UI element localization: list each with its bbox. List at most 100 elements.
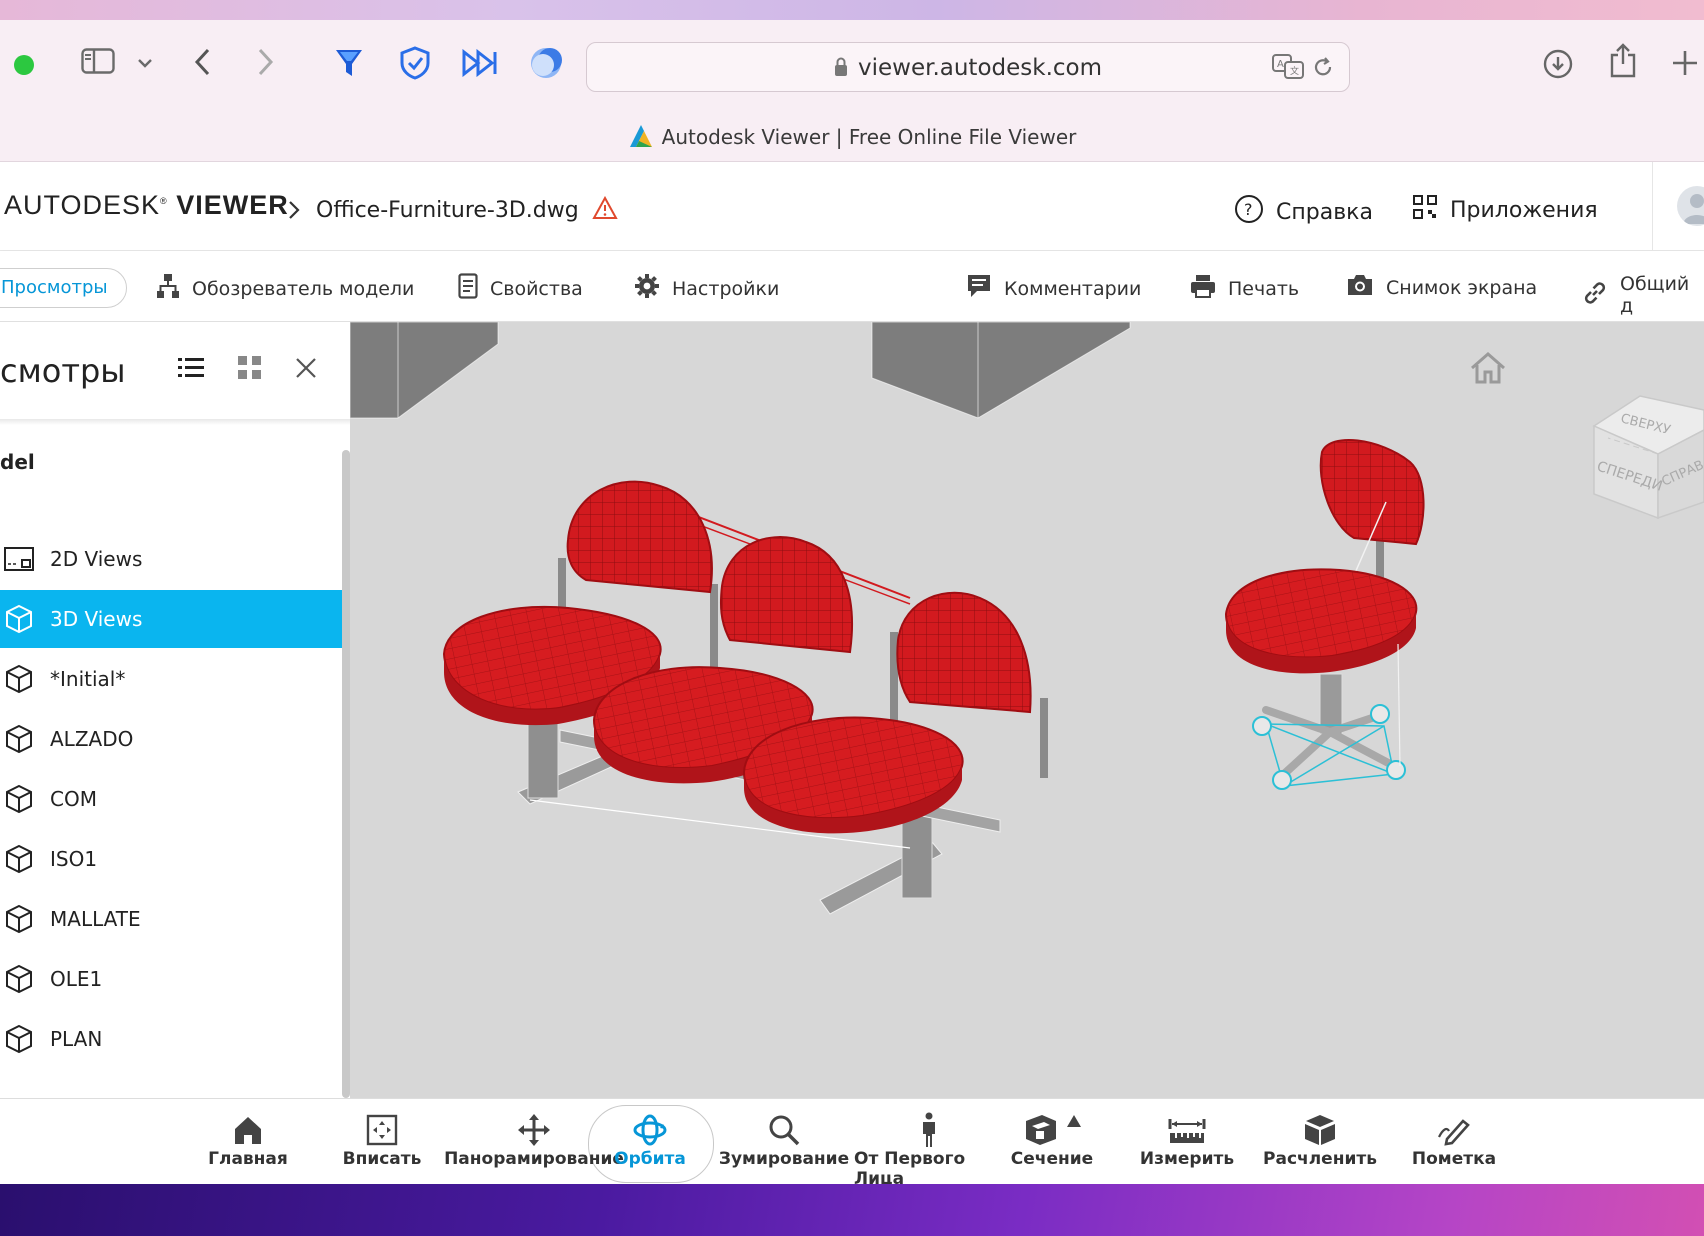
comment-icon: [966, 273, 992, 304]
section-cube-icon: [1022, 1111, 1082, 1149]
list-item[interactable]: OLE1: [0, 950, 342, 1008]
svg-text:?: ?: [1244, 200, 1253, 219]
zoom-button[interactable]: Зумирование: [719, 1111, 849, 1169]
orbit-button[interactable]: Орбита: [608, 1111, 692, 1169]
tab-title: Autodesk Viewer | Free Online File Viewe…: [661, 125, 1077, 149]
model-canvas[interactable]: [350, 322, 1704, 1098]
chevron-down-icon[interactable]: [134, 52, 156, 74]
gear-icon: [634, 273, 660, 304]
cube-icon: [2, 604, 36, 634]
cube-icon: [2, 664, 36, 694]
translate-icon[interactable]: A文: [1271, 53, 1305, 81]
settings-button[interactable]: Настройки: [634, 273, 779, 304]
list-item[interactable]: PLAN: [0, 1010, 342, 1068]
list-item[interactable]: *Initial*: [0, 650, 342, 708]
extension-moon-icon[interactable]: [528, 46, 564, 80]
extension-fastforward-icon[interactable]: [462, 48, 498, 78]
desktop-wallpaper-top: [0, 0, 1704, 22]
screenshot-button[interactable]: Снимок экрана: [1346, 273, 1537, 302]
list-item[interactable]: ALZADO: [0, 710, 342, 768]
properties-button[interactable]: Свойства: [458, 273, 583, 304]
views-panel: смотры del 2D Views 3D Views *Initial* A…: [0, 322, 350, 1098]
list-item[interactable]: COM: [0, 770, 342, 828]
cube-icon: [2, 784, 36, 814]
sidebar-toggle-icon[interactable]: [78, 46, 118, 76]
markup-button[interactable]: Пометка: [1410, 1111, 1498, 1169]
svg-text:A: A: [1277, 59, 1284, 70]
viewcube[interactable]: СВЕРХУ СПЕРЕДИ СПРАВА: [1588, 390, 1704, 530]
magnifier-icon: [768, 1111, 800, 1149]
pan-button[interactable]: Панорамирование: [444, 1111, 624, 1169]
home-view-icon[interactable]: [1468, 350, 1508, 390]
panel-title: смотры: [0, 352, 126, 390]
list-view-icon[interactable]: [178, 356, 204, 384]
fit-button[interactable]: Вписать: [340, 1111, 424, 1169]
print-button[interactable]: Печать: [1190, 273, 1299, 304]
cabinet-left[interactable]: [350, 322, 499, 419]
list-item[interactable]: MALLATE: [0, 890, 342, 948]
section-button[interactable]: Сечение: [1010, 1111, 1094, 1169]
explode-button[interactable]: Расчленить: [1263, 1111, 1377, 1169]
panel-scrollbar[interactable]: [342, 450, 350, 1098]
new-tab-icon[interactable]: [1670, 48, 1700, 78]
address-bar[interactable]: viewer.autodesk.com A文: [586, 42, 1350, 92]
panel-header-divider: [0, 419, 350, 425]
comments-button[interactable]: Комментарии: [966, 273, 1141, 304]
app-header: AUTODESK® VIEWER Office-Furniture-3D.dwg…: [0, 162, 1704, 251]
autodesk-logo-icon: [628, 123, 654, 154]
reload-icon[interactable]: [1311, 55, 1335, 79]
printer-icon: [1190, 273, 1216, 304]
help-button[interactable]: ? Справка: [1234, 194, 1373, 230]
office-chair[interactable]: [1224, 439, 1425, 790]
extension-funnel-icon[interactable]: [332, 46, 366, 80]
fit-to-view-icon: [366, 1111, 398, 1149]
close-icon[interactable]: [294, 356, 318, 384]
model-browser-button[interactable]: Обозреватель модели: [156, 273, 414, 304]
ruler-icon: [1168, 1111, 1206, 1149]
explode-cube-icon: [1303, 1111, 1337, 1149]
sheet-icon: [2, 547, 36, 571]
help-icon: ?: [1234, 194, 1264, 230]
cube-icon: [2, 724, 36, 754]
apps-button[interactable]: Приложения: [1412, 194, 1598, 226]
share-button[interactable]: Общий д: [1582, 273, 1704, 317]
warning-icon[interactable]: [592, 195, 618, 226]
forward-icon[interactable]: [254, 46, 278, 78]
grid-view-icon[interactable]: [238, 356, 262, 384]
url-text: viewer.autodesk.com: [857, 55, 1102, 81]
browser-window: viewer.autodesk.com A文 Autodesk Viewer |…: [0, 20, 1704, 1184]
brand-logo[interactable]: AUTODESK® VIEWER: [4, 190, 289, 221]
measure-button[interactable]: Измерить: [1140, 1111, 1234, 1169]
lock-icon: [834, 57, 848, 83]
link-icon: [1582, 280, 1608, 311]
hierarchy-icon: [156, 273, 180, 304]
bench-three-seats[interactable]: [442, 480, 1048, 915]
cabinet-center[interactable]: [871, 322, 1131, 419]
pan-arrows-icon: [517, 1111, 551, 1149]
window-zoom-button[interactable]: [14, 55, 34, 75]
person-icon: [919, 1111, 939, 1149]
cube-icon: [2, 964, 36, 994]
list-item-selected[interactable]: 3D Views: [0, 590, 342, 648]
home-button[interactable]: Главная: [206, 1111, 290, 1169]
first-person-button[interactable]: От Первого Лица: [854, 1111, 1004, 1184]
downloads-icon[interactable]: [1542, 48, 1574, 80]
desktop-wallpaper-bottom: [0, 1182, 1704, 1236]
cube-icon: [2, 1024, 36, 1054]
extension-shield-icon[interactable]: [398, 46, 432, 80]
orbit-icon: [632, 1111, 668, 1149]
home-icon: [232, 1111, 264, 1149]
apps-grid-icon: [1412, 194, 1438, 226]
share-icon[interactable]: [1608, 42, 1638, 78]
tab-views[interactable]: Просмотры: [0, 268, 127, 308]
model-viewport[interactable]: СВЕРХУ СПЕРЕДИ СПРАВА: [350, 322, 1704, 1098]
list-item[interactable]: ISO1: [0, 830, 342, 888]
breadcrumb-file[interactable]: Office-Furniture-3D.dwg: [316, 195, 618, 226]
profile-area[interactable]: [1652, 162, 1704, 250]
back-icon[interactable]: [190, 46, 214, 78]
active-tab[interactable]: Autodesk Viewer | Free Online File Viewe…: [0, 123, 1704, 154]
document-icon: [458, 273, 478, 304]
avatar[interactable]: [1677, 186, 1704, 226]
pencil-icon: [1437, 1111, 1471, 1149]
list-item[interactable]: 2D Views: [0, 530, 342, 588]
